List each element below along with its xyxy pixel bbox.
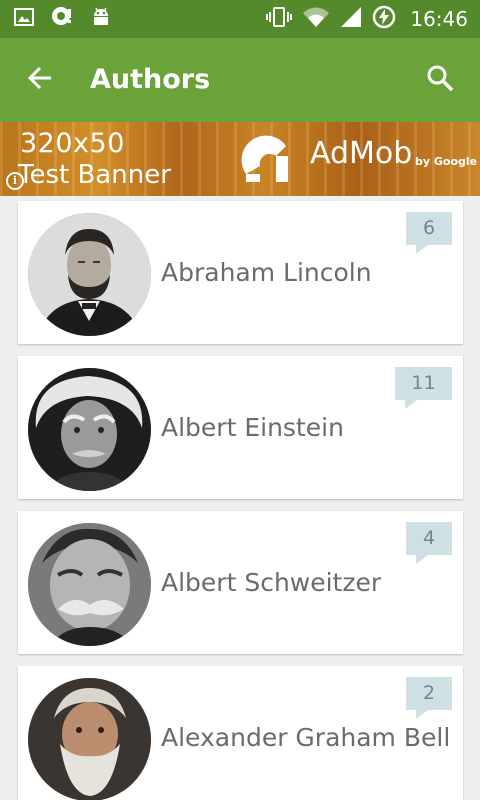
battery-charging-icon [372, 5, 396, 33]
author-card-albert-einstein[interactable]: Albert Einstein 11 [18, 356, 463, 499]
info-icon[interactable]: i [6, 172, 24, 190]
author-name: Abraham Lincoln [161, 258, 372, 287]
ad-by-google: by Google [415, 155, 478, 168]
speech-bubble-icon [50, 6, 74, 32]
image-icon [14, 7, 34, 31]
author-name: Albert Schweitzer [161, 568, 382, 597]
ad-size-text: 320x50 [20, 128, 125, 159]
page-title: Authors [90, 64, 211, 95]
avatar [28, 368, 151, 491]
status-bar: 16:46 [0, 0, 480, 38]
arrow-back-icon [27, 65, 53, 95]
status-left-icons [14, 6, 112, 32]
ad-banner[interactable]: 320x50 Test Banner i AdMob by Google [0, 122, 480, 196]
quote-count: 6 [422, 217, 436, 239]
wifi-icon [302, 6, 330, 32]
signal-icon [340, 6, 362, 32]
badge-tail [405, 400, 417, 409]
ad-brand: AdMob [310, 136, 413, 171]
quote-count: 4 [422, 527, 436, 549]
quote-count: 2 [422, 682, 436, 704]
back-button[interactable] [20, 60, 60, 100]
ad-test-text: Test Banner [18, 160, 171, 190]
search-button[interactable] [420, 60, 460, 100]
quote-count-badge: 2 [406, 677, 452, 719]
quote-count: 11 [411, 372, 436, 394]
badge-tail [416, 710, 428, 719]
quote-count-badge: 6 [406, 212, 452, 254]
avatar [28, 678, 151, 800]
vibrate-icon [266, 6, 293, 32]
android-icon [90, 6, 112, 32]
status-time: 16:46 [410, 7, 468, 31]
admob-logo-icon [240, 132, 298, 188]
author-card-alexander-graham-bell[interactable]: Alexander Graham Bell 2 [18, 666, 463, 800]
quote-count-badge: 4 [406, 522, 452, 564]
badge-tail [416, 245, 428, 254]
app-bar: Authors [0, 38, 480, 122]
author-list: Abraham Lincoln 6 Albert Einstein 11 Alb… [0, 196, 480, 800]
search-icon [426, 64, 454, 96]
author-name: Albert Einstein [161, 413, 344, 442]
quote-count-badge: 11 [395, 367, 452, 409]
status-right-icons: 16:46 [266, 5, 468, 33]
author-card-albert-schweitzer[interactable]: Albert Schweitzer 4 [18, 511, 463, 654]
author-card-abraham-lincoln[interactable]: Abraham Lincoln 6 [18, 201, 463, 344]
avatar [28, 213, 151, 336]
badge-tail [416, 555, 428, 564]
avatar [28, 523, 151, 646]
